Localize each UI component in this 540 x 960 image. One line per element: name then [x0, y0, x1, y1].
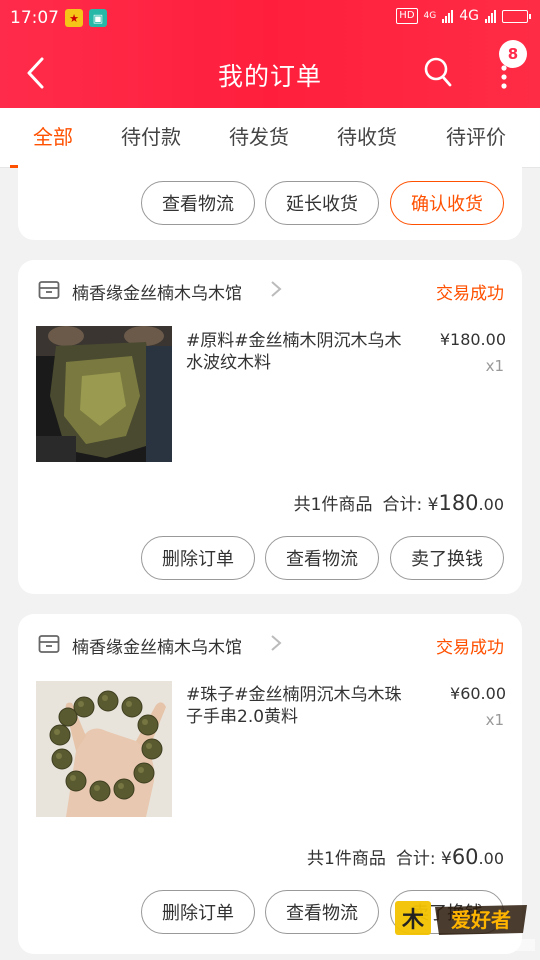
order-card-partial: 查看物流 延长收货 确认收货	[18, 150, 522, 240]
total-amount: 合计: ¥60.00	[396, 844, 504, 869]
signal-icon	[442, 9, 454, 23]
watermark-logo: 木 爱好者	[395, 901, 535, 951]
svg-text:木: 木	[401, 908, 425, 933]
total-main: 180	[438, 491, 479, 515]
total-main: 60	[451, 845, 479, 869]
order-status: 交易成功	[436, 284, 504, 304]
order-summary: 共1件商品 合计: ¥180.00	[294, 490, 504, 515]
nav-bar: 我的订单 8	[0, 36, 540, 108]
battery-icon	[502, 9, 531, 23]
notification-scan-icon: ▣	[89, 9, 107, 27]
network-small-label: 4G	[423, 11, 437, 21]
resell-button[interactable]: 卖了换钱	[390, 536, 504, 580]
page-title: 我的订单	[217, 62, 322, 91]
order-status: 交易成功	[436, 638, 504, 658]
hd-icon: HD	[396, 8, 418, 24]
total-cents: .00	[478, 495, 504, 514]
item-count: 共1件商品	[293, 495, 373, 515]
order-card: 楠香缘金丝楠木乌木馆 交易成功 #原料#金丝楠木阴沉木乌木水波纹木料 ¥180.…	[18, 260, 522, 594]
shop-name[interactable]: 楠香缘金丝楠木乌木馆	[72, 279, 242, 304]
item-count: 共1件商品	[307, 849, 386, 869]
notification-app-icon: ★	[65, 9, 83, 27]
extend-receipt-button[interactable]: 延长收货	[265, 181, 379, 225]
total-amount: 合计: ¥180.00	[382, 490, 504, 515]
delete-order-button[interactable]: 删除订单	[141, 536, 255, 580]
chevron-right-icon	[271, 281, 282, 297]
status-bar: 17:07 ★ ▣ HD 4G 4G	[0, 0, 540, 36]
shop-name[interactable]: 楠香缘金丝楠木乌木馆	[72, 633, 242, 658]
chevron-right-icon	[271, 635, 282, 651]
more-badge: 8	[499, 40, 527, 68]
order-summary: 共1件商品 合计: ¥60.00	[307, 844, 504, 869]
status-time: 17:07	[10, 8, 59, 28]
signal-2-icon	[485, 9, 496, 23]
product-image[interactable]	[36, 326, 172, 462]
shop-icon	[38, 281, 60, 299]
search-icon[interactable]	[423, 56, 453, 88]
total-currency: ¥	[440, 849, 452, 869]
product-price: ¥180.00	[439, 330, 506, 349]
total-label: 合计:	[382, 495, 423, 515]
network-label: 4G	[459, 8, 479, 24]
view-logistics-button[interactable]: 查看物流	[141, 181, 255, 225]
product-price: ¥60.00	[450, 684, 506, 703]
shop-icon	[38, 635, 60, 653]
confirm-receipt-button[interactable]: 确认收货	[390, 181, 504, 225]
product-quantity: x1	[485, 711, 504, 729]
app-header: 17:07 ★ ▣ HD 4G 4G 我的订单 8	[0, 0, 540, 108]
total-label: 合计:	[395, 849, 436, 869]
view-logistics-button[interactable]: 查看物流	[265, 890, 379, 934]
product-image[interactable]	[36, 681, 172, 817]
product-quantity: x1	[485, 357, 504, 375]
total-cents: .00	[478, 849, 504, 868]
svg-text:爱好者: 爱好者	[451, 908, 511, 932]
product-title[interactable]: #珠子#金丝楠阴沉木乌木珠子手串2.0黄料	[186, 684, 416, 728]
total-currency: ¥	[427, 495, 439, 515]
view-logistics-button[interactable]: 查看物流	[265, 536, 379, 580]
product-title[interactable]: #原料#金丝楠木阴沉木乌木水波纹木料	[186, 330, 416, 374]
status-indicators: HD 4G 4G	[396, 8, 531, 24]
delete-order-button[interactable]: 删除订单	[141, 890, 255, 934]
